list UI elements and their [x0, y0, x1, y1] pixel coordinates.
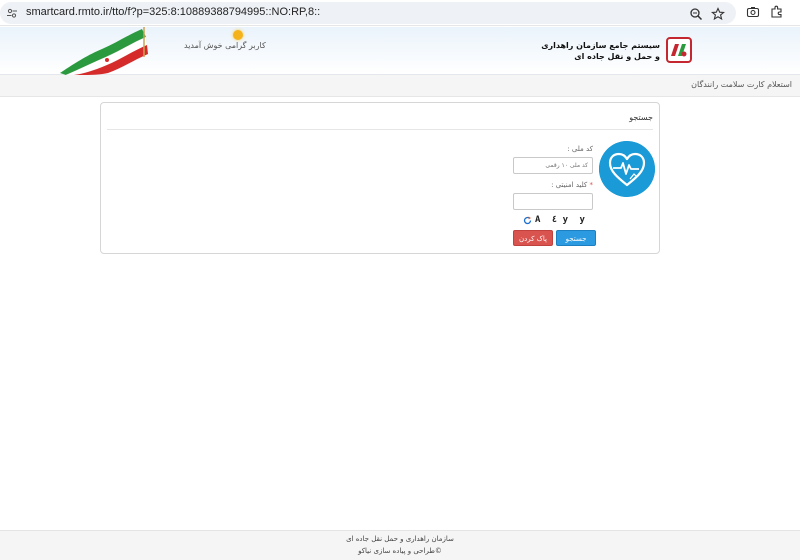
national-code-input[interactable]	[513, 157, 593, 174]
url-text[interactable]: smartcard.rmto.ir/tto/f?p=325:8:10889388…	[26, 6, 320, 18]
org-title-line1: سیستم جامع سازمان راهداری	[541, 41, 660, 50]
org-title: سیستم جامع سازمان راهداری و حمل و نقل جا…	[460, 40, 660, 62]
security-key-label-text: کلید امنیتی :	[551, 181, 588, 189]
zoom-icon[interactable]	[689, 7, 703, 21]
iran-flag-image	[60, 27, 148, 75]
bookmark-star-icon[interactable]	[711, 7, 725, 21]
browser-toolbar: smartcard.rmto.ir/tto/f?p=325:8:10889388…	[0, 0, 800, 26]
required-marker: *	[589, 181, 594, 189]
breadcrumb-current[interactable]: استعلام کارت سلامت رانندگان	[691, 80, 792, 89]
captcha-image: A ٤ y y	[535, 215, 588, 225]
search-button[interactable]: جستجو	[556, 230, 596, 246]
captcha-refresh-icon[interactable]	[523, 216, 532, 225]
rmto-logo-icon[interactable]	[666, 37, 692, 63]
search-panel: جستجو کد ملی : * کلید امنیتی : A ٤ y y ج…	[100, 102, 660, 254]
org-title-line2: و حمل و نقل جاده ای	[574, 52, 660, 61]
breadcrumb: استعلام کارت سلامت رانندگان	[0, 75, 800, 97]
extensions-icon[interactable]	[770, 5, 784, 19]
security-key-input[interactable]	[513, 193, 593, 210]
panel-divider	[107, 129, 653, 130]
footer-org-name: سازمان راهداری و حمل نقل جاده ای	[346, 535, 454, 543]
site-footer: سازمان راهداری و حمل نقل جاده ای ©طراحی …	[0, 530, 800, 560]
footer-credit: ©طراحی و پیاده سازی نیاکو	[358, 547, 442, 555]
security-key-label: * کلید امنیتی :	[551, 181, 593, 189]
welcome-text: کاربر گرامی خوش آمدید	[184, 41, 266, 50]
sun-icon	[233, 30, 243, 40]
clear-button[interactable]: پاک کردن	[513, 230, 553, 246]
health-heart-icon	[599, 141, 655, 197]
site-header: کاربر گرامی خوش آمدید سیستم جامع سازمان …	[0, 27, 800, 75]
national-code-label: کد ملی :	[567, 145, 593, 153]
panel-title: جستجو	[629, 113, 653, 122]
screenshot-icon[interactable]	[746, 5, 760, 19]
captcha: A ٤ y y	[523, 215, 585, 227]
address-bar[interactable]: smartcard.rmto.ir/tto/f?p=325:8:10889388…	[0, 2, 736, 24]
site-settings-icon[interactable]	[6, 7, 18, 19]
